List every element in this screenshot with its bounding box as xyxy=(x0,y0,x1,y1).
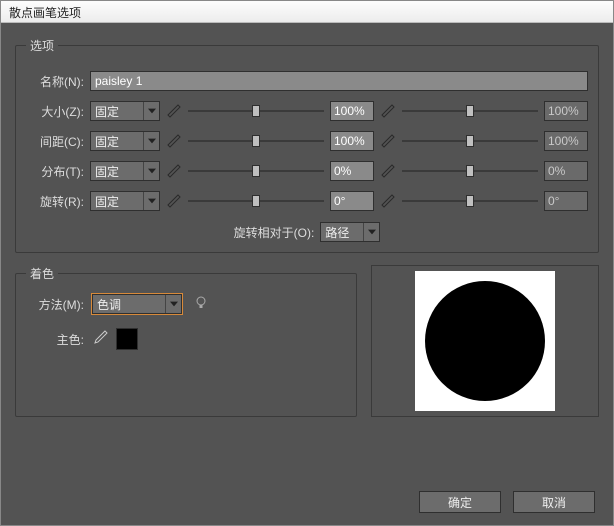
spacing-slider-1[interactable] xyxy=(188,131,324,151)
spacing-value-2: 100% xyxy=(544,131,588,151)
size-mode-value: 固定 xyxy=(95,103,119,120)
chevron-down-icon xyxy=(143,192,159,210)
size-label: 大小(Z): xyxy=(26,103,84,120)
size-mode-select[interactable]: 固定 xyxy=(90,101,160,121)
dialog-window: 散点画笔选项 选项 名称(N): paisley 1 大小(Z): 固定 100… xyxy=(0,0,614,526)
size-row: 大小(Z): 固定 100% 100% xyxy=(26,96,588,126)
spacing-label: 间距(C): xyxy=(26,133,84,150)
spacing-mode-select[interactable]: 固定 xyxy=(90,131,160,151)
rotation-row: 旋转(R): 固定 0° 0° xyxy=(26,186,588,216)
chevron-down-icon xyxy=(143,102,159,120)
name-row: 名称(N): paisley 1 xyxy=(26,66,588,96)
size-slider-1[interactable] xyxy=(188,101,324,121)
window-title: 散点画笔选项 xyxy=(9,6,81,20)
rotation-slider-2 xyxy=(402,191,538,211)
slider-range-icon xyxy=(380,193,396,209)
size-value-2: 100% xyxy=(544,101,588,121)
coloring-group: 着色 方法(M): 色调 主色: xyxy=(15,265,357,417)
keycolor-label: 主色: xyxy=(26,331,84,348)
rotation-mode-value: 固定 xyxy=(95,193,119,210)
size-slider-2 xyxy=(402,101,538,121)
rotation-value-1[interactable]: 0° xyxy=(330,191,374,211)
slider-range-icon xyxy=(166,193,182,209)
rotate-relative-value: 路径 xyxy=(325,224,349,241)
scatter-mode-value: 固定 xyxy=(95,163,119,180)
slider-range-icon xyxy=(166,103,182,119)
preview-shape xyxy=(425,281,545,401)
options-group: 选项 名称(N): paisley 1 大小(Z): 固定 100% xyxy=(15,37,599,253)
coloring-legend: 着色 xyxy=(26,265,58,282)
rotate-relative-label: 旋转相对于(O): xyxy=(234,224,315,241)
rotate-relative-select[interactable]: 路径 xyxy=(320,222,380,242)
name-input[interactable]: paisley 1 xyxy=(90,71,588,91)
chevron-down-icon xyxy=(143,162,159,180)
method-label: 方法(M): xyxy=(26,296,84,313)
scatter-value-1[interactable]: 0% xyxy=(330,161,374,181)
scatter-label: 分布(T): xyxy=(26,163,84,180)
lightbulb-icon[interactable] xyxy=(194,296,208,313)
slider-range-icon xyxy=(380,163,396,179)
scatter-row: 分布(T): 固定 0% 0% xyxy=(26,156,588,186)
spacing-row: 间距(C): 固定 100% 100% xyxy=(26,126,588,156)
method-value: 色调 xyxy=(97,296,121,313)
rotation-mode-select[interactable]: 固定 xyxy=(90,191,160,211)
slider-range-icon xyxy=(166,163,182,179)
dialog-panel: 选项 名称(N): paisley 1 大小(Z): 固定 100% xyxy=(1,23,613,525)
window-titlebar: 散点画笔选项 xyxy=(1,1,613,23)
eyedropper-icon[interactable] xyxy=(92,330,108,349)
rotation-slider-1[interactable] xyxy=(188,191,324,211)
slider-range-icon xyxy=(380,103,396,119)
ok-button[interactable]: 确定 xyxy=(419,491,501,513)
cancel-button[interactable]: 取消 xyxy=(513,491,595,513)
scatter-slider-1[interactable] xyxy=(188,161,324,181)
rotation-value-2: 0° xyxy=(544,191,588,211)
name-label: 名称(N): xyxy=(26,73,84,90)
scatter-slider-2 xyxy=(402,161,538,181)
spacing-mode-value: 固定 xyxy=(95,133,119,150)
slider-range-icon xyxy=(166,133,182,149)
scatter-value-2: 0% xyxy=(544,161,588,181)
spacing-slider-2 xyxy=(402,131,538,151)
rotation-label: 旋转(R): xyxy=(26,193,84,210)
rotate-relative-row: 旋转相对于(O): 路径 xyxy=(26,222,588,242)
size-value-1[interactable]: 100% xyxy=(330,101,374,121)
chevron-down-icon xyxy=(165,295,181,313)
chevron-down-icon xyxy=(363,223,379,241)
options-legend: 选项 xyxy=(26,37,58,54)
preview-canvas xyxy=(415,271,555,411)
scatter-mode-select[interactable]: 固定 xyxy=(90,161,160,181)
slider-range-icon xyxy=(380,133,396,149)
method-select[interactable]: 色调 xyxy=(92,294,182,314)
spacing-value-1[interactable]: 100% xyxy=(330,131,374,151)
brush-preview xyxy=(371,265,599,417)
keycolor-swatch[interactable] xyxy=(116,328,138,350)
chevron-down-icon xyxy=(143,132,159,150)
